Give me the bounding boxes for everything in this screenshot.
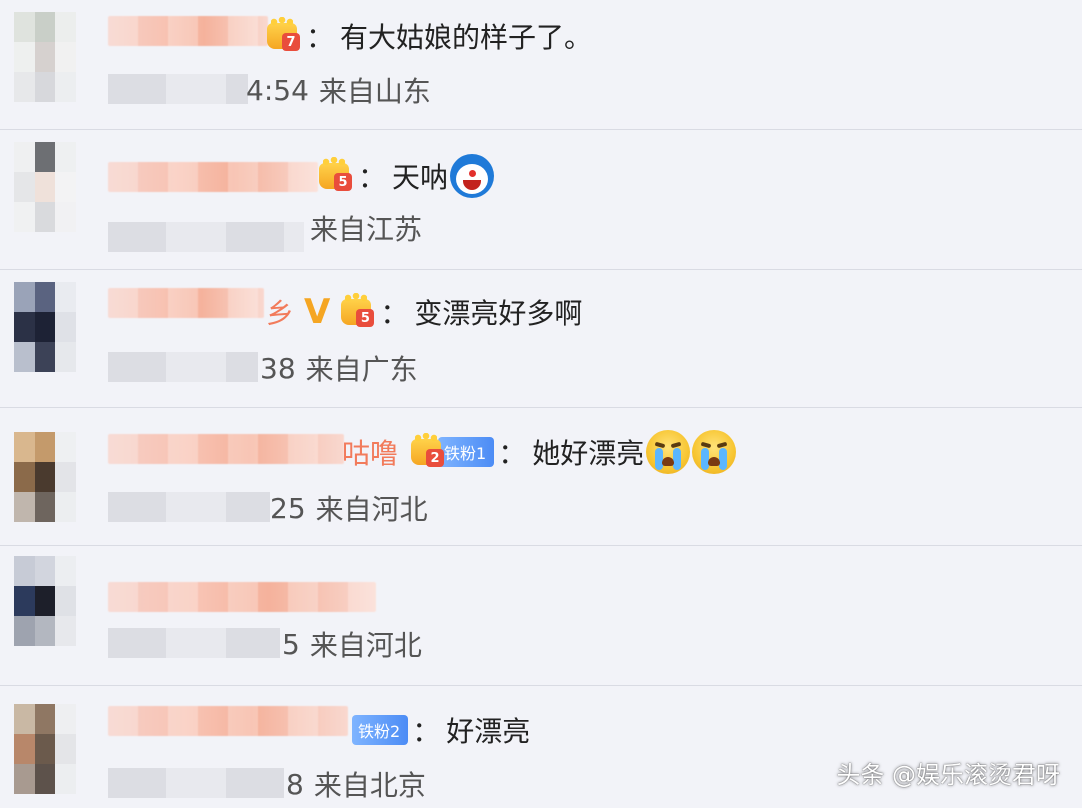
watermark-text: 头条 @娱乐滚烫君呀 [836,761,1060,789]
comment-text: 变漂亮好多啊 [414,297,583,330]
timestamp-tail: 25 [270,491,306,525]
username-blurred[interactable] [108,162,318,192]
avatar[interactable] [14,12,76,102]
comment-line: 咕噜 2 铁粉1 ： 她好漂亮 [342,430,737,474]
colon: ： [498,437,527,470]
level-badge-icon: 2 [408,433,445,469]
username-tail[interactable]: 乡 [266,292,294,332]
meta-line: 25 来自河北 [270,490,428,527]
meta-line: 8 来自北京 [286,766,426,803]
colon: ： [358,161,387,194]
colon: ： [412,715,441,748]
comment-item: 5 ： 天呐 来自江苏 [0,130,1082,270]
username-tail[interactable]: 咕噜 [342,432,398,472]
fan-badge: 铁粉2 [352,715,409,745]
verified-v-icon: V [304,292,331,332]
avatar[interactable] [14,142,76,232]
comment-line: 乡 V 5 ： 变漂亮好多啊 [266,292,582,332]
location-label: 来自广东 [305,353,418,386]
meta-line: 4:54 来自山东 [246,72,431,109]
location-label: 来自北京 [313,769,426,802]
location-label: 来自山东 [318,75,431,108]
username-blurred[interactable] [108,706,348,736]
timestamp-tail: 8 [286,767,304,801]
comment-text: 有大姑娘的样子了。 [340,21,593,54]
username-blurred[interactable] [108,582,376,612]
comment-text: 她好漂亮 [532,437,645,470]
timestamp-tail: 38 [260,351,296,385]
comment-line: 5 ： 天呐 [316,154,495,198]
comment-line: 铁粉2 ： 好漂亮 [350,710,530,750]
level-badge-icon: 5 [338,293,375,329]
meta-line: 5 来自河北 [282,626,422,663]
comment-text: 天呐 [392,161,449,194]
crying-face-icon [692,430,737,474]
comment-line: 7 ： 有大姑娘的样子了。 [264,16,592,56]
timestamp-blurred [108,222,304,252]
location-label: 来自河北 [315,493,428,526]
location-label: 来自河北 [309,629,422,662]
username-blurred[interactable] [108,288,264,318]
comment-item: 乡 V 5 ： 变漂亮好多啊 38 来自广东 [0,270,1082,408]
timestamp-tail: 4:54 [246,73,309,107]
timestamp-blurred [108,74,248,104]
crying-face-icon [646,430,691,474]
meta-line: 38 来自广东 [260,350,418,387]
comment-item: 5 来自河北 [0,546,1082,686]
timestamp-blurred [108,352,258,382]
comment-text: 好漂亮 [446,715,531,748]
avatar[interactable] [14,282,76,372]
meta-line: 来自江苏 [310,210,422,246]
location-label: 来自江苏 [310,213,423,246]
username-blurred[interactable] [108,434,344,464]
timestamp-tail: 5 [282,627,300,661]
comment-item: 咕噜 2 铁粉1 ： 她好漂亮 25 来自河北 [0,408,1082,546]
username-blurred[interactable] [108,16,268,46]
timestamp-blurred [108,768,284,798]
level-badge-icon: 7 [264,17,300,53]
level-badge-icon: 5 [316,157,352,193]
colon: ： [380,297,409,330]
comment-item: 7 ： 有大姑娘的样子了。 4:54 来自山东 [0,0,1082,130]
comment-list: 7 ： 有大姑娘的样子了。 4:54 来自山东 5 ： 天呐 来自江苏 乡 V … [0,0,1082,808]
avatar[interactable] [14,556,76,646]
timestamp-blurred [108,628,280,658]
avatar[interactable] [14,432,76,522]
doraemon-emoji-icon [450,154,495,198]
timestamp-blurred [108,492,270,522]
colon: ： [306,21,335,54]
fan-badge: 铁粉1 [438,437,495,467]
avatar[interactable] [14,704,76,794]
